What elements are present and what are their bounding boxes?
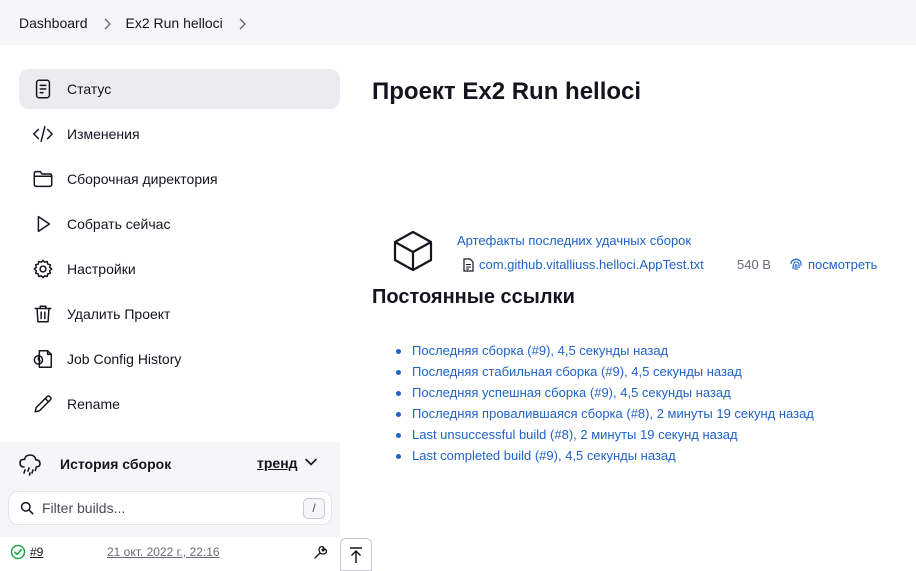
code-icon [19, 123, 67, 145]
chevron-right-icon[interactable] [88, 15, 126, 31]
breadcrumb-dashboard[interactable]: Dashboard [19, 15, 88, 31]
permalink-last-build[interactable]: Последняя сборка (#9), 4,5 секунды назад [412, 343, 668, 358]
console-output-icon[interactable] [313, 544, 329, 563]
sidebar-item-status[interactable]: Статус [19, 69, 340, 109]
permalink-last-failed-build[interactable]: Последняя провалившаяся сборка (#8), 2 м… [412, 406, 814, 421]
sidebar-item-label: Настройки [67, 261, 136, 277]
permalink-last-completed-build[interactable]: Last completed build (#9), 4,5 секунды н… [412, 448, 676, 463]
sidebar-item-job-config-history[interactable]: Job Config History [19, 339, 340, 379]
sidebar-item-label: Статус [67, 81, 112, 97]
build-history-title: История сборок [60, 455, 172, 472]
sidebar-item-label: Удалить Проект [67, 306, 171, 322]
build-date-link[interactable]: 21 окт. 2022 г., 22:16 [107, 545, 220, 559]
package-icon [391, 229, 435, 278]
filter-builds-input[interactable] [42, 500, 282, 516]
list-item: Последняя провалившаяся сборка (#8), 2 м… [394, 406, 814, 427]
success-check-icon [10, 544, 26, 563]
sidebar-item-label: Собрать сейчас [67, 216, 171, 232]
arrow-up-icon [350, 546, 362, 563]
permalink-last-unsuccessful-build[interactable]: Last unsuccessful build (#8), 2 минуты 1… [412, 427, 738, 442]
list-item: Последняя успешная сборка (#9), 4,5 секу… [394, 385, 814, 406]
sidebar-item-changes[interactable]: Изменения [19, 114, 340, 154]
config-history-icon [19, 348, 67, 370]
scroll-to-top-button[interactable] [340, 538, 372, 571]
document-icon [19, 78, 67, 100]
build-row: #9 21 окт. 2022 г., 22:16 [0, 537, 340, 571]
cloud-rain-icon [0, 451, 60, 477]
breadcrumb: Dashboard Ex2 Run helloci [0, 0, 916, 45]
permalink-last-stable-build[interactable]: Последняя стабильная сборка (#9), 4,5 се… [412, 364, 742, 379]
sidebar-item-label: Сборочная директория [67, 171, 218, 187]
sidebar-item-label: Rename [67, 396, 120, 412]
permalinks-list: Последняя сборка (#9), 4,5 секунды назад… [394, 343, 814, 469]
sidebar-item-label: Job Config History [67, 351, 182, 367]
breadcrumb-project[interactable]: Ex2 Run helloci [126, 15, 223, 31]
folder-icon [19, 168, 67, 190]
last-successful-artifacts-link[interactable]: Артефакты последних удачных сборок [457, 233, 691, 248]
artifact-size: 540 B [737, 257, 771, 272]
list-item: Последняя стабильная сборка (#9), 4,5 се… [394, 364, 814, 385]
chevron-right-icon[interactable] [223, 15, 261, 31]
pencil-icon [19, 393, 67, 415]
shortcut-hint: / [303, 498, 325, 519]
list-item: Last unsuccessful build (#8), 2 минуты 1… [394, 427, 814, 448]
trend-link[interactable]: тренд [257, 455, 298, 471]
sidebar-item-settings[interactable]: Настройки [19, 249, 340, 289]
list-item: Последняя сборка (#9), 4,5 секунды назад [394, 343, 814, 364]
sidebar-item-build-now[interactable]: Собрать сейчас [19, 204, 340, 244]
sidebar-item-label: Изменения [67, 126, 140, 142]
fingerprint-icon[interactable] [789, 257, 803, 276]
permalink-last-successful-build[interactable]: Последняя успешная сборка (#9), 4,5 секу… [412, 385, 731, 400]
trash-icon [19, 303, 67, 325]
filter-builds-box[interactable]: / [8, 491, 332, 525]
sidebar-item-workspace[interactable]: Сборочная директория [19, 159, 340, 199]
sidebar: Статус Изменения Сборочная директория Со… [0, 45, 340, 571]
page-title: Проект Ex2 Run helloci [372, 78, 642, 105]
build-number-link[interactable]: #9 [30, 545, 43, 559]
artifact-file-link[interactable]: com.github.vitalliuss.helloci.AppTest.tx… [479, 257, 704, 272]
play-icon [19, 213, 67, 235]
sidebar-item-rename[interactable]: Rename [19, 384, 340, 424]
chevron-down-icon[interactable] [304, 455, 318, 474]
view-fingerprint-link[interactable]: посмотреть [808, 257, 877, 272]
build-history-panel: История сборок тренд / #9 21 окт. 2022 г… [0, 442, 340, 571]
file-icon [463, 258, 474, 277]
gear-icon [19, 258, 67, 280]
permalinks-title: Постоянные ссылки [372, 286, 575, 308]
list-item: Last completed build (#9), 4,5 секунды н… [394, 448, 814, 469]
sidebar-item-delete-project[interactable]: Удалить Проект [19, 294, 340, 334]
search-icon [20, 501, 34, 515]
